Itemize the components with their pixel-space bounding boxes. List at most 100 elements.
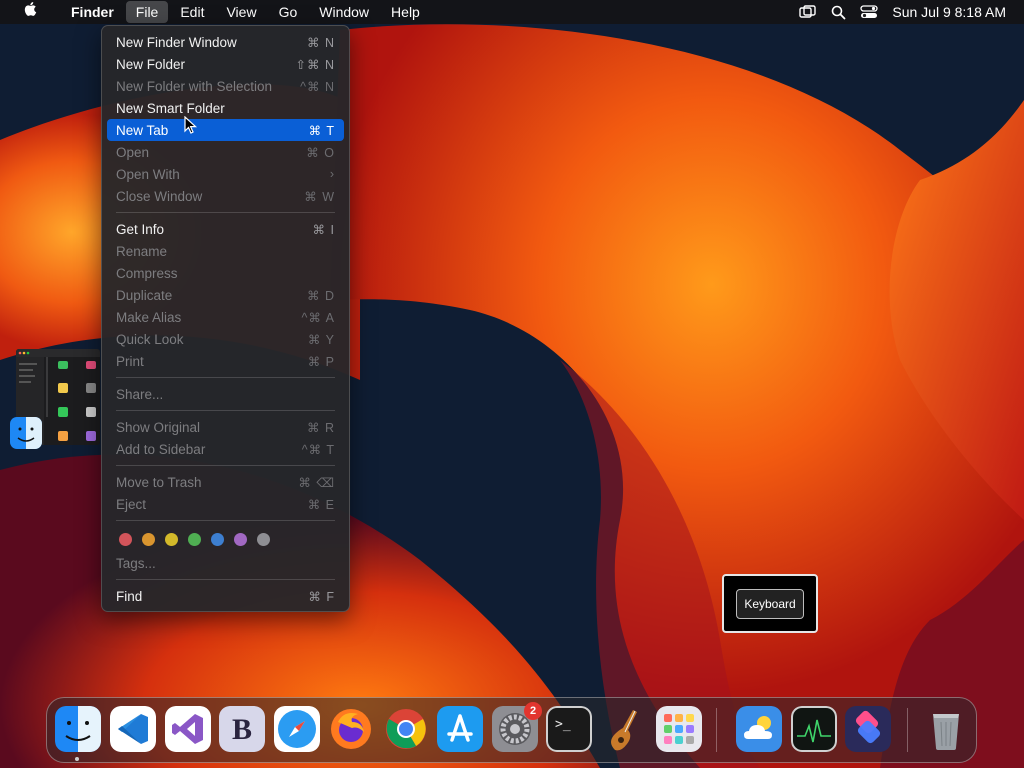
menu-separator bbox=[116, 520, 335, 521]
menu-edit[interactable]: Edit bbox=[170, 1, 214, 23]
menu-item-open-with[interactable]: Open With › bbox=[107, 163, 344, 185]
dock-item-activity-monitor[interactable] bbox=[791, 706, 837, 752]
menu-item-label: Open With bbox=[116, 166, 180, 182]
dock-item-finder[interactable] bbox=[55, 706, 101, 752]
menu-item-label: Make Alias bbox=[116, 309, 182, 325]
file-menu-dropdown: New Finder Window ⌘ N New Folder ⇧⌘ N New Fo… bbox=[101, 25, 350, 612]
tag-color-dot[interactable] bbox=[234, 532, 247, 546]
menu-item-label: Share... bbox=[116, 386, 164, 402]
menu-item-print[interactable]: Print ⌘ P bbox=[107, 350, 344, 372]
menu-item-label: Duplicate bbox=[116, 287, 173, 303]
menu-view[interactable]: View bbox=[216, 1, 266, 23]
dock-item-trash[interactable] bbox=[923, 706, 969, 752]
menu-help[interactable]: Help bbox=[381, 1, 430, 23]
menu-item-quick-look[interactable]: Quick Look ⌘ Y bbox=[107, 328, 344, 350]
dock-item-launchpad[interactable] bbox=[656, 706, 702, 752]
notification-badge: 2 bbox=[524, 702, 542, 720]
terminal-icon: >_ bbox=[546, 706, 592, 752]
menu-item-shortcut: ⇧⌘ N bbox=[295, 57, 335, 72]
dock-item-terminal[interactable]: >_ bbox=[546, 706, 592, 752]
menu-item-make-alias[interactable]: Make Alias ^⌘ A bbox=[107, 306, 344, 328]
spotlight-search-icon[interactable] bbox=[831, 5, 846, 20]
menu-item-label: New Tab bbox=[116, 122, 169, 138]
dock-item-bbedit[interactable]: B bbox=[219, 706, 265, 752]
menu-item-shortcut: ⌘ F bbox=[308, 589, 335, 604]
vscode-icon bbox=[110, 706, 156, 752]
menu-item-label: Tags... bbox=[116, 555, 156, 571]
menu-item-shortcut: ⌘ Y bbox=[307, 332, 335, 347]
menu-separator bbox=[116, 410, 335, 411]
menu-item-label: New Folder bbox=[116, 56, 186, 72]
menu-item-shortcut: ⌘ T bbox=[308, 123, 335, 138]
dock-item-shortcuts[interactable] bbox=[845, 706, 891, 752]
app-store-icon bbox=[437, 706, 483, 752]
dock-item-weather[interactable] bbox=[736, 706, 782, 752]
menu-item-close-window[interactable]: Close Window ⌘ W bbox=[107, 185, 344, 207]
menu-item-compress[interactable]: Compress bbox=[107, 262, 344, 284]
menu-item-label: Close Window bbox=[116, 188, 203, 204]
tag-color-dot[interactable] bbox=[188, 532, 201, 546]
firefox-icon bbox=[331, 709, 371, 749]
dock-item-garageband[interactable] bbox=[601, 706, 647, 752]
garageband-icon bbox=[611, 710, 637, 751]
tag-color-dot[interactable] bbox=[142, 532, 155, 546]
dock-item-chrome[interactable] bbox=[383, 706, 429, 752]
tag-colors-row bbox=[107, 526, 344, 552]
running-indicator bbox=[75, 757, 79, 761]
menu-item-new-folder-with-selection[interactable]: New Folder with Selection ^⌘ N bbox=[107, 75, 344, 97]
menu-item-shortcut: ⌘ E bbox=[307, 497, 335, 512]
menu-item-label: Quick Look bbox=[116, 331, 184, 347]
menu-item-move-to-trash[interactable]: Move to Trash ⌘ ⌫ bbox=[107, 471, 344, 493]
menu-item-duplicate[interactable]: Duplicate ⌘ D bbox=[107, 284, 344, 306]
menu-bar-clock[interactable]: Sun Jul 9 8:18 AM bbox=[892, 4, 1006, 20]
menu-item-new-smart-folder[interactable]: New Smart Folder bbox=[107, 97, 344, 119]
apple-menu[interactable] bbox=[1, 1, 59, 23]
menu-item-shortcut: ⌘ ⌫ bbox=[298, 475, 335, 490]
tag-color-dot[interactable] bbox=[211, 532, 224, 546]
menu-item-show-original[interactable]: Show Original ⌘ R bbox=[107, 416, 344, 438]
menu-file[interactable]: File bbox=[125, 1, 169, 23]
menu-item-shortcut: ⌘ O bbox=[306, 145, 335, 160]
menu-separator bbox=[116, 579, 335, 580]
weather-icon bbox=[736, 706, 782, 752]
tag-color-dot[interactable] bbox=[257, 532, 270, 546]
tag-color-dot[interactable] bbox=[165, 532, 178, 546]
visual-studio-icon bbox=[165, 706, 211, 752]
activity-monitor-icon bbox=[791, 706, 837, 752]
menu-window[interactable]: Window bbox=[309, 1, 379, 23]
screen-mirroring-icon[interactable] bbox=[799, 5, 817, 19]
dock-item-safari[interactable] bbox=[274, 706, 320, 752]
menu-item-shortcut: ⌘ D bbox=[307, 288, 335, 303]
dock-separator bbox=[907, 708, 908, 752]
menu-app-finder[interactable]: Finder bbox=[61, 1, 124, 23]
menu-item-get-info[interactable]: Get Info ⌘ I bbox=[107, 218, 344, 240]
menu-item-add-to-sidebar[interactable]: Add to Sidebar ^⌘ T bbox=[107, 438, 344, 460]
control-center-icon[interactable] bbox=[860, 5, 879, 19]
menu-item-tags[interactable]: Tags... bbox=[107, 552, 344, 574]
dock-item-firefox[interactable] bbox=[328, 706, 374, 752]
menu-item-new-tab[interactable]: New Tab ⌘ T bbox=[107, 119, 344, 141]
dock-item-visual-studio[interactable] bbox=[165, 706, 211, 752]
menu-item-label: New Finder Window bbox=[116, 34, 237, 50]
mouse-pointer-icon bbox=[184, 116, 198, 134]
menu-item-new-folder[interactable]: New Folder ⇧⌘ N bbox=[107, 53, 344, 75]
svg-text:B: B bbox=[232, 713, 252, 746]
menu-separator bbox=[116, 465, 335, 466]
menu-item-new-finder-window[interactable]: New Finder Window ⌘ N bbox=[107, 31, 344, 53]
menu-item-share[interactable]: Share... bbox=[107, 383, 344, 405]
menu-item-shortcut: ⌘ R bbox=[307, 420, 335, 435]
chrome-icon bbox=[386, 709, 426, 749]
menu-item-find[interactable]: Find ⌘ F bbox=[107, 585, 344, 607]
menu-item-eject[interactable]: Eject ⌘ E bbox=[107, 493, 344, 515]
finder-icon[interactable] bbox=[10, 417, 42, 449]
menu-item-shortcut: › bbox=[329, 167, 335, 181]
dock-item-vscode[interactable] bbox=[110, 706, 156, 752]
dock-item-app-store[interactable] bbox=[437, 706, 483, 752]
menu-item-open[interactable]: Open ⌘ O bbox=[107, 141, 344, 163]
keyboard-button[interactable]: Keyboard bbox=[736, 588, 804, 619]
tag-color-dot[interactable] bbox=[119, 532, 132, 546]
menu-item-label: Eject bbox=[116, 496, 147, 512]
menu-item-shortcut: ^⌘ N bbox=[300, 79, 335, 94]
menu-item-rename[interactable]: Rename bbox=[107, 240, 344, 262]
menu-go[interactable]: Go bbox=[269, 1, 308, 23]
